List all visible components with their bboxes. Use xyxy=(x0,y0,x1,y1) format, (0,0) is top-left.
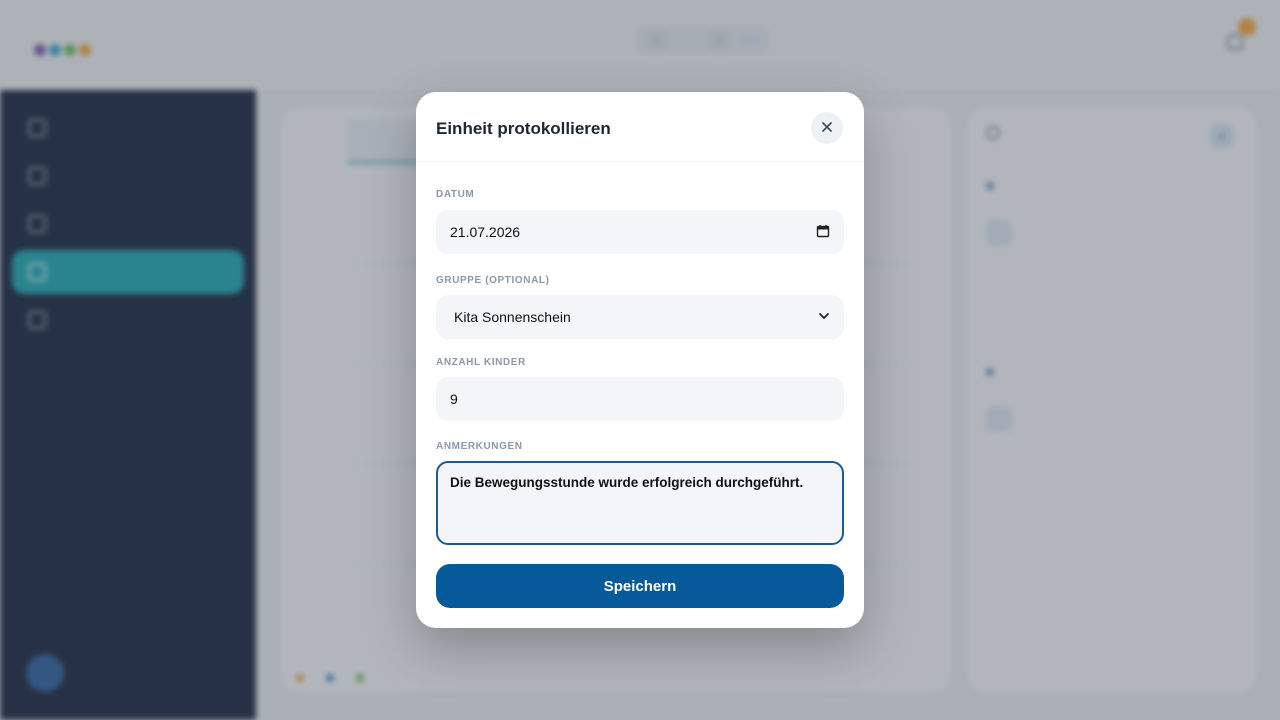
notes-value: Die Bewegungsstunde wurde erfolgreich du… xyxy=(450,475,804,490)
modal-header: Einheit protokollieren xyxy=(416,92,864,162)
anmerkungen-label: ANMERKUNGEN xyxy=(436,441,523,452)
calendar-icon[interactable] xyxy=(816,224,830,241)
log-unit-modal: Einheit protokollieren DATUM 21.07.2026 … xyxy=(416,92,864,628)
save-button[interactable]: Speichern xyxy=(436,564,844,608)
anzahl-label: ANZAHL KINDER xyxy=(436,357,526,368)
modal-title: Einheit protokollieren xyxy=(436,119,611,138)
children-count-value: 9 xyxy=(450,391,458,407)
datum-label: DATUM xyxy=(436,189,475,200)
chevron-down-icon xyxy=(818,309,830,325)
group-select-value: Kita Sonnenschein xyxy=(454,309,571,325)
close-button[interactable] xyxy=(811,112,843,144)
notes-textarea[interactable]: Die Bewegungsstunde wurde erfolgreich du… xyxy=(436,461,844,545)
children-count-input[interactable]: 9 xyxy=(436,377,844,421)
gruppe-label: GRUPPE (OPTIONAL) xyxy=(436,275,550,286)
group-select[interactable]: Kita Sonnenschein xyxy=(436,295,844,339)
date-field[interactable]: 21.07.2026 xyxy=(436,210,844,254)
close-icon xyxy=(821,121,833,136)
date-value: 21.07.2026 xyxy=(450,224,521,240)
